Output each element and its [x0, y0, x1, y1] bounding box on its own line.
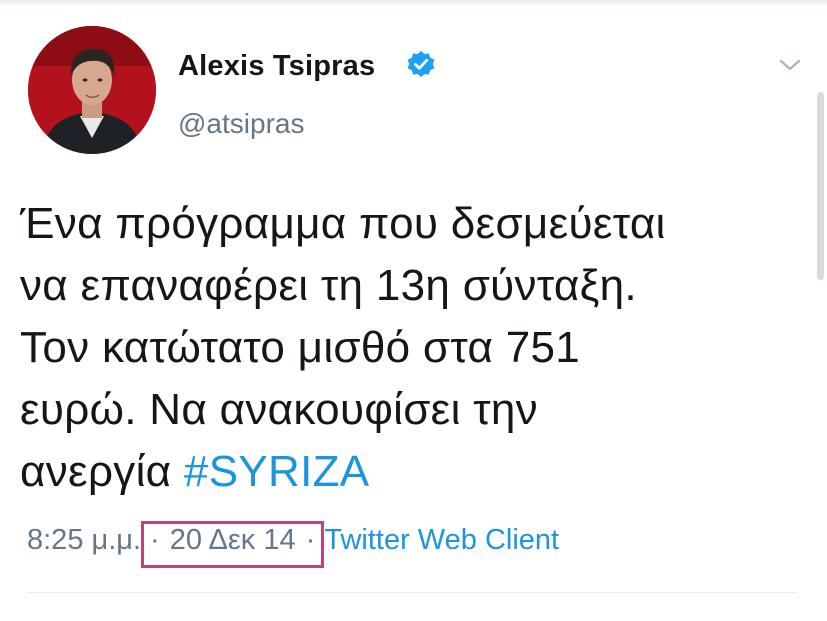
- scrollbar[interactable]: [817, 92, 824, 280]
- separator-dot: ·: [305, 524, 316, 556]
- tweet-text-line: Τον κατώτατο μισθό στα 751: [20, 323, 581, 372]
- chevron-down-icon[interactable]: [779, 58, 801, 72]
- tweet-text-line-last: ανεργία #SYRIZA: [20, 441, 800, 503]
- hashtag-link[interactable]: #SYRIZA: [184, 447, 370, 496]
- date-highlight-box: · 20 Δεκ 14 ·: [141, 521, 325, 568]
- tweet-card: Alexis Tsipras @atsipras Ένα πρόγραμμα π…: [0, 0, 827, 621]
- separator-dot: ·: [150, 524, 160, 556]
- display-name[interactable]: Alexis Tsipras: [178, 50, 375, 83]
- tweet-text-line: Ένα πρόγραμμα που δεσμεύεται: [20, 199, 666, 248]
- tweet-metadata: 8:25 μ.μ. · 20 Δεκ 14 · Twitter Web Client: [27, 521, 559, 568]
- tweet-text-fragment: ανεργία: [20, 447, 184, 496]
- bottom-divider: [27, 592, 797, 593]
- user-handle[interactable]: @atsipras: [178, 108, 304, 140]
- avatar[interactable]: [28, 26, 156, 154]
- tweet-text-line: ευρώ. Να ανακουφίσει την: [20, 385, 538, 434]
- tweet-date[interactable]: 20 Δεκ 14: [170, 524, 296, 556]
- client-link[interactable]: Twitter Web Client: [324, 524, 559, 556]
- tweet-text-line: να επαναφέρει τη 13η σύνταξη.: [20, 261, 637, 310]
- tweet-text: Ένα πρόγραμμα που δεσμεύεται να επαναφέρ…: [20, 193, 800, 503]
- avatar-portrait: [28, 26, 156, 154]
- top-divider: [0, 0, 827, 6]
- verified-badge-icon: [407, 51, 435, 77]
- tweet-time[interactable]: 8:25 μ.μ.: [27, 524, 141, 556]
